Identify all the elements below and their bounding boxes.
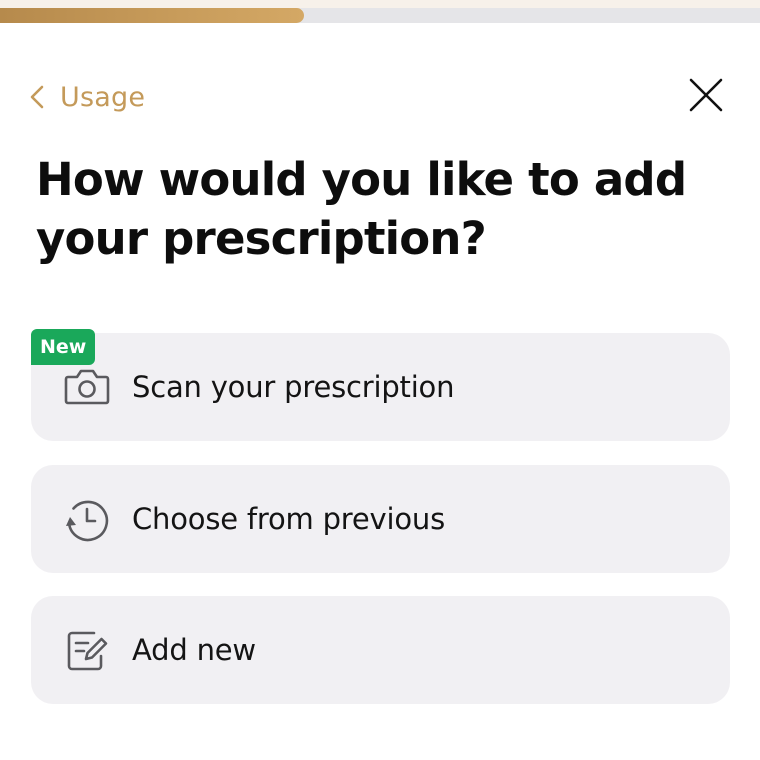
option-label: Add new <box>132 633 256 667</box>
chevron-left-icon <box>28 83 46 111</box>
close-icon <box>688 77 724 113</box>
camera-icon <box>63 363 111 411</box>
progress-bar <box>0 8 760 23</box>
scan-prescription-option[interactable]: Scan your prescription <box>31 333 730 441</box>
edit-note-icon <box>63 626 111 674</box>
option-label: Scan your prescription <box>132 370 455 404</box>
progress-bar-fill <box>0 8 304 23</box>
choose-from-previous-option[interactable]: Choose from previous <box>31 465 730 573</box>
option-label: Choose from previous <box>132 502 445 536</box>
back-button-label: Usage <box>60 81 146 113</box>
history-icon <box>63 495 111 543</box>
status-strip <box>0 0 760 8</box>
back-button[interactable]: Usage <box>28 76 145 118</box>
page-title: How would you like to add your prescript… <box>36 153 687 265</box>
add-new-option[interactable]: Add new <box>31 596 730 704</box>
new-badge: New <box>31 329 96 365</box>
prescription-method-screen: Usage How would you like to add your pre… <box>0 0 760 760</box>
close-button[interactable] <box>684 73 728 117</box>
